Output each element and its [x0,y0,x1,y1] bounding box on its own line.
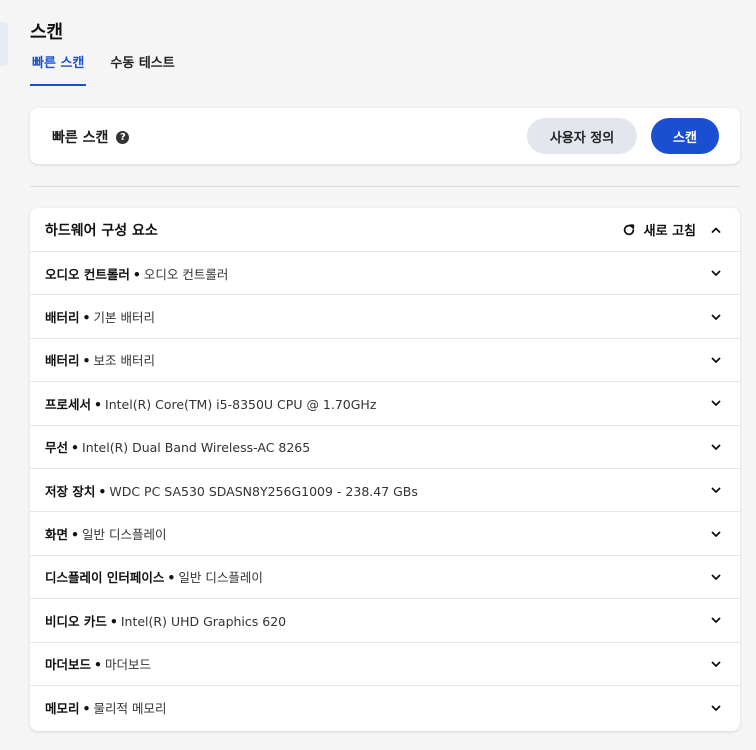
hardware-row-label: 배터리 [45,353,80,369]
refresh-button[interactable]: 새로 고침 [622,220,696,239]
hardware-row-separator: • [132,266,141,282]
hardware-row-value: 기본 배터리 [93,310,155,326]
hardware-row[interactable]: 오디오 컨트롤러 • 오디오 컨트롤러 [30,252,740,296]
page-title: 스캔 [30,22,64,43]
chevron-up-icon[interactable] [710,224,722,236]
hardware-row-separator: • [98,483,107,499]
hardware-row[interactable]: 비디오 카드 • Intel(R) UHD Graphics 620 [30,599,740,643]
custom-button[interactable]: 사용자 정의 [527,118,637,154]
hardware-row-value: Intel(R) UHD Graphics 620 [120,613,287,629]
hardware-row-separator: • [167,570,176,586]
hardware-title: 하드웨어 구성 요소 [45,222,158,239]
tab-manual-test[interactable]: 수동 테스트 [108,56,176,84]
hardware-row-separator: • [82,310,91,326]
hardware-row[interactable]: 디스플레이 인터페이스 • 일반 디스플레이 [30,556,740,600]
hardware-row-label: 배터리 [45,310,80,326]
hardware-row-text: 무선 • Intel(R) Dual Band Wireless-AC 8265 [45,437,310,456]
hardware-row-text: 메모리 • 물리적 메모리 [45,698,167,717]
hardware-row-label: 무선 [45,440,69,456]
refresh-icon [623,223,634,235]
hardware-row-value: 보조 배터리 [93,353,155,369]
hardware-row-value: 물리적 메모리 [93,701,167,717]
hardware-row-separator: • [71,527,80,543]
hardware-row-label: 디스플레이 인터페이스 [45,570,165,586]
chevron-down-icon[interactable] [710,571,722,583]
scan-button[interactable]: 스캔 [651,118,719,154]
hardware-row-value: 일반 디스플레이 [82,527,167,543]
hardware-row-text: 배터리 • 기본 배터리 [45,307,155,326]
hardware-list: 오디오 컨트롤러 • 오디오 컨트롤러 배터리 • 기본 배터리 배터리 • 보조 배터리 프로세… [30,252,740,729]
chevron-down-icon[interactable] [710,614,722,626]
hardware-row[interactable]: 프로세서 • Intel(R) Core(TM) i5-8350U CPU @ 1.… [30,382,740,426]
hardware-row-text: 저장 장치 • WDC PC SA530 SDASN8Y256G1009 - 238… [45,481,418,500]
hardware-row-value: 마더보드 [105,657,152,673]
hardware-row-label: 오디오 컨트롤러 [45,266,130,282]
hardware-row[interactable]: 배터리 • 보조 배터리 [30,339,740,383]
chevron-down-icon[interactable] [710,528,722,540]
chevron-down-icon[interactable] [710,484,722,496]
quick-scan-card: 빠른 스캔 ? 사용자 정의 스캔 [30,108,740,164]
hardware-row-text: 오디오 컨트롤러 • 오디오 컨트롤러 [45,264,228,283]
hardware-row-label: 프로세서 [45,396,92,412]
hardware-actions: 새로 고침 [622,220,722,239]
hardware-row-separator: • [94,657,103,673]
chevron-down-icon[interactable] [710,397,722,409]
chevron-down-icon[interactable] [710,441,722,453]
hardware-row-text: 화면 • 일반 디스플레이 [45,524,167,543]
hardware-row-separator: • [109,613,118,629]
chevron-down-icon[interactable] [710,354,722,366]
section-divider [30,186,740,187]
chevron-down-icon[interactable] [710,658,722,670]
sidebar-edge [0,22,8,66]
hardware-row-text: 비디오 카드 • Intel(R) UHD Graphics 620 [45,611,286,630]
chevron-down-icon[interactable] [710,311,722,323]
hardware-row[interactable]: 무선 • Intel(R) Dual Band Wireless-AC 8265 [30,426,740,469]
hardware-row-text: 프로세서 • Intel(R) Core(TM) i5-8350U CPU @ 1.… [45,394,376,413]
hardware-row[interactable]: 저장 장치 • WDC PC SA530 SDASN8Y256G1009 - 238… [30,469,740,513]
hardware-row-separator: • [94,396,103,412]
hardware-row-separator: • [82,353,91,369]
hardware-row-separator: • [71,440,80,456]
hardware-row-text: 배터리 • 보조 배터리 [45,350,155,369]
hardware-row-value: Intel(R) Core(TM) i5-8350U CPU @ 1.70GHz [105,396,377,412]
hardware-row-label: 비디오 카드 [45,613,107,629]
chevron-down-icon[interactable] [710,267,722,279]
hardware-row-label: 마더보드 [45,657,92,673]
hardware-row-value: 오디오 컨트롤러 [143,266,229,282]
hardware-header: 하드웨어 구성 요소 새로 고침 [30,208,740,252]
tab-bar: 빠른 스캔 수동 테스트 [30,56,177,86]
hardware-components-card: 하드웨어 구성 요소 새로 고침 오디오 컨트롤러 • 오디오 컨트롤러 배터리 • 기본… [30,208,740,731]
hardware-row-label: 메모리 [45,701,80,717]
hardware-row[interactable]: 메모리 • 물리적 메모리 [30,686,740,729]
hardware-row-label: 저장 장치 [45,483,96,499]
hardware-row[interactable]: 마더보드 • 마더보드 [30,643,740,686]
hardware-row-value: 일반 디스플레이 [178,570,263,586]
question-circle-icon[interactable]: ? [116,130,130,144]
chevron-down-icon[interactable] [710,702,722,714]
tab-quick-scan[interactable]: 빠른 스캔 [30,56,87,86]
quick-scan-title: 빠른 스캔 [52,130,109,146]
hardware-row[interactable]: 화면 • 일반 디스플레이 [30,512,740,556]
hardware-row-value: Intel(R) Dual Band Wireless-AC 8265 [82,440,311,456]
hardware-row-label: 화면 [45,527,69,543]
hardware-row-text: 마더보드 • 마더보드 [45,654,151,673]
hardware-row-separator: • [82,701,91,717]
hardware-row-text: 디스플레이 인터페이스 • 일반 디스플레이 [45,567,263,586]
refresh-label: 새로 고침 [643,224,696,239]
quick-scan-title-group: 빠른 스캔 ? [52,127,130,147]
hardware-row-value: WDC PC SA530 SDASN8Y256G1009 - 238.47 GB… [109,483,418,499]
hardware-row[interactable]: 배터리 • 기본 배터리 [30,295,740,339]
